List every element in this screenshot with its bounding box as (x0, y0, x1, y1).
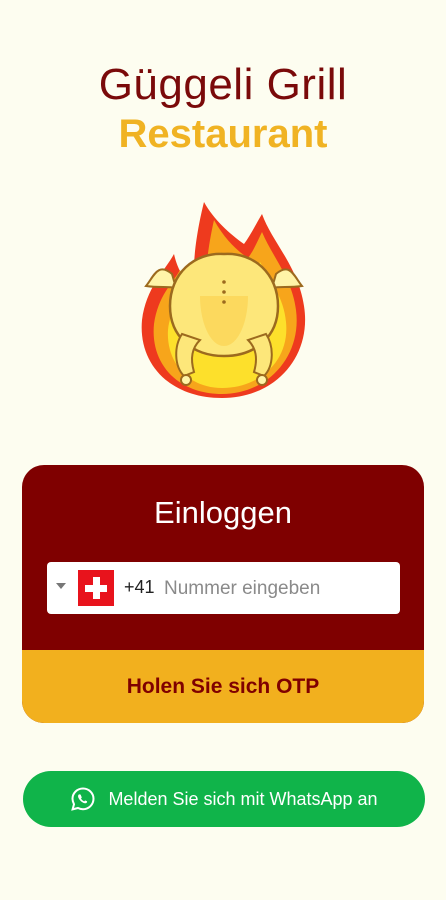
login-title: Einloggen (154, 495, 292, 530)
flaming-chicken-icon (141, 202, 306, 398)
get-otp-button[interactable]: Holen Sie sich OTP (22, 650, 424, 723)
swiss-flag-icon[interactable] (78, 570, 114, 606)
whatsapp-login-button[interactable]: Melden Sie sich mit WhatsApp an (23, 771, 425, 827)
phone-field: +41 (47, 562, 400, 614)
phone-number-input[interactable] (162, 568, 396, 610)
login-card: Einloggen +41 Holen Sie sich OTP (22, 465, 424, 723)
whatsapp-icon (71, 787, 95, 811)
country-dropdown-caret-icon[interactable] (56, 583, 66, 589)
whatsapp-login-label: Melden Sie sich mit WhatsApp an (108, 788, 378, 809)
brand-subtitle: Restaurant (118, 112, 328, 156)
dial-code: +41 (124, 577, 155, 597)
brand-title: Güggeli Grill (98, 60, 348, 109)
